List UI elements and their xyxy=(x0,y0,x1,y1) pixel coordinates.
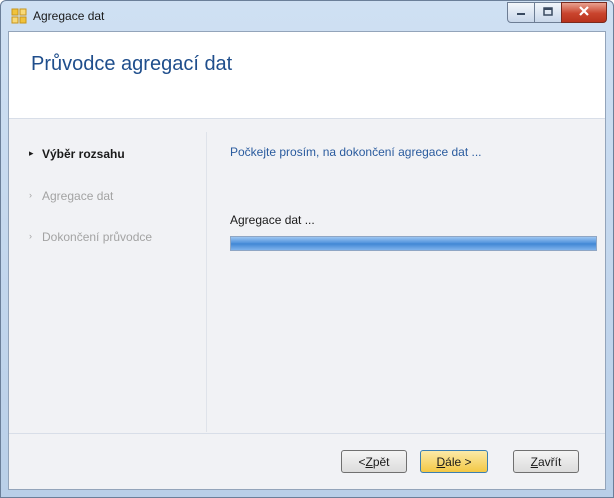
close-icon xyxy=(578,4,590,22)
back-button-mnemonic: Z xyxy=(365,454,373,469)
wizard-window: Agregace dat Průvodce agregací dat ▸ Výb… xyxy=(0,0,614,498)
title-bar[interactable]: Agregace dat xyxy=(1,1,613,31)
info-message: Počkejte prosím, na dokončení agregace d… xyxy=(230,145,482,159)
back-button-label: pět xyxy=(372,454,390,469)
step-label: Výběr rozsahu xyxy=(42,147,125,161)
step-arrow-icon: ▸ xyxy=(29,148,34,158)
wizard-client-area: Průvodce agregací dat ▸ Výběr rozsahu › … xyxy=(8,31,606,490)
step-arrow-icon: › xyxy=(29,190,32,200)
close-button-label: avřít xyxy=(538,454,562,469)
wizard-steps: ▸ Výběr rozsahu › Agregace dat › Dokonče… xyxy=(9,119,199,436)
progress-fill xyxy=(231,237,596,250)
step-label: Agregace dat xyxy=(42,189,114,203)
wizard-content: Počkejte prosím, na dokončení agregace d… xyxy=(208,119,605,436)
next-button-label: ále > xyxy=(445,454,472,469)
wizard-title: Průvodce agregací dat xyxy=(31,53,233,75)
maximize-icon xyxy=(543,4,553,22)
minimize-icon xyxy=(516,4,526,22)
progress-bar xyxy=(230,236,597,251)
next-button[interactable]: Dále > xyxy=(420,450,488,473)
wizard-header: Průvodce agregací dat xyxy=(9,32,605,119)
next-button-mnemonic: D xyxy=(436,454,446,469)
grid-app-icon xyxy=(11,8,27,24)
close-button[interactable]: Zavřít xyxy=(513,450,579,473)
progress-label: Agregace dat ... xyxy=(230,213,315,227)
maximize-button[interactable] xyxy=(534,2,562,23)
back-button-prefix: < xyxy=(358,454,366,469)
wizard-footer: < Zpět Dále > Zavřít xyxy=(9,433,605,489)
window-controls xyxy=(507,2,607,23)
close-window-button[interactable] xyxy=(561,2,607,23)
back-button[interactable]: < Zpět xyxy=(341,450,407,473)
minimize-button[interactable] xyxy=(507,2,535,23)
close-button-mnemonic: Z xyxy=(530,454,538,469)
steps-divider xyxy=(206,132,207,432)
step-label: Dokončení průvodce xyxy=(42,230,153,244)
window-title: Agregace dat xyxy=(33,9,105,23)
step-arrow-icon: › xyxy=(29,231,32,241)
